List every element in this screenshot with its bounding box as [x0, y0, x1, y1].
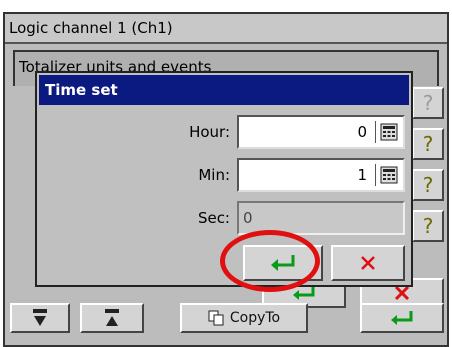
key-icon: ?	[422, 91, 434, 115]
copyto-button[interactable]: CopyTo	[180, 303, 308, 333]
hour-label: Hour:	[189, 123, 230, 141]
key-icon: ?	[422, 214, 434, 238]
key-icon: ?	[422, 173, 434, 197]
key-button-4[interactable]: ?	[412, 210, 444, 242]
key-icon: ?	[422, 132, 434, 156]
min-field[interactable]: 1	[237, 158, 405, 192]
scroll-down-button[interactable]	[10, 303, 70, 333]
copyto-label: CopyTo	[229, 310, 281, 326]
page-up-icon	[105, 309, 119, 326]
dialog-title: Time set	[39, 75, 409, 105]
dialog-cancel-button[interactable]	[331, 245, 405, 281]
sec-value: 0	[243, 209, 253, 227]
min-label: Min:	[198, 166, 230, 184]
page-down-icon	[33, 309, 47, 326]
key-button-2[interactable]: ?	[412, 128, 444, 160]
close-icon	[361, 256, 375, 270]
key-button-1[interactable]: ?	[412, 87, 444, 119]
toolbar-ok-button[interactable]	[360, 303, 444, 333]
highlight-circle	[220, 230, 320, 292]
sec-label: Sec:	[197, 209, 230, 227]
calculator-icon[interactable]	[375, 164, 401, 186]
close-icon	[394, 286, 410, 300]
copy-icon	[208, 310, 224, 326]
min-value: 1	[357, 166, 367, 184]
scroll-up-button[interactable]	[80, 303, 144, 333]
key-button-3[interactable]: ?	[412, 169, 444, 201]
hour-value: 0	[357, 123, 367, 141]
calculator-icon[interactable]	[375, 121, 401, 143]
hour-field[interactable]: 0	[237, 115, 405, 149]
enter-icon	[293, 287, 315, 300]
enter-icon	[391, 311, 413, 325]
window-title: Logic channel 1 (Ch1)	[5, 14, 447, 44]
